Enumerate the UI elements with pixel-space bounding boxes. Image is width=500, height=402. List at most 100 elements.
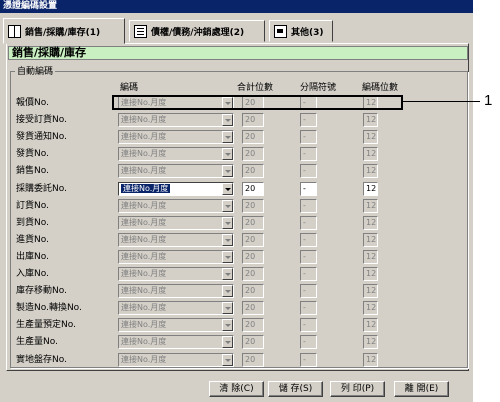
code-format-select[interactable]: 連接No.月度	[118, 353, 234, 367]
dropdown-arrow-icon[interactable]	[222, 319, 233, 331]
dropdown-arrow-icon[interactable]	[222, 354, 233, 366]
code-format-select[interactable]: 連接No.月度	[118, 335, 234, 349]
code-digits-field[interactable]: 12	[363, 199, 378, 213]
save-button[interactable]: 儲 存(S)	[268, 381, 323, 397]
code-format-select[interactable]: 連接No.月度	[118, 113, 234, 127]
tab-credit-debt[interactable]: 債權/債務/沖銷處理(2)	[129, 20, 265, 42]
total-digits-field[interactable]: 20	[242, 284, 264, 298]
code-digits-field[interactable]: 12	[363, 301, 378, 315]
row-label: 報價No.	[16, 98, 49, 108]
dropdown-arrow-icon[interactable]	[222, 114, 233, 126]
total-digits-field[interactable]: 20	[242, 130, 264, 144]
tab-sales-purchase-inventory[interactable]: 銷售/採購/庫存(1)	[3, 18, 125, 44]
row-label: 庫存移動No.	[16, 286, 67, 296]
separator-field[interactable]: -	[300, 284, 317, 298]
window-title: 憑證編碼設置	[0, 0, 473, 13]
separator-field[interactable]: -	[300, 353, 317, 367]
section-title: 銷售/採購/庫存	[8, 46, 468, 60]
dropdown-arrow-icon[interactable]	[222, 251, 233, 263]
code-format-value: 連接No.月度	[121, 132, 167, 141]
code-digits-field[interactable]: 12	[363, 182, 378, 196]
code-format-select[interactable]: 連接No.月度	[118, 147, 234, 161]
code-digits-field[interactable]: 12	[363, 267, 378, 281]
code-format-select[interactable]: 連接No.月度	[118, 318, 234, 332]
dropdown-arrow-icon[interactable]	[222, 285, 233, 297]
code-format-value: 連接No.月度	[121, 303, 167, 312]
total-digits-field[interactable]: 20	[242, 233, 264, 247]
code-digits-field[interactable]: 12	[363, 216, 378, 230]
separator-field[interactable]: -	[300, 147, 317, 161]
code-format-select[interactable]: 連接No.月度	[118, 199, 234, 213]
code-format-value: 連接No.月度	[121, 320, 167, 329]
print-button[interactable]: 列 印(P)	[330, 381, 385, 397]
close-button[interactable]: 離 開(E)	[394, 381, 449, 397]
dropdown-arrow-icon[interactable]	[222, 234, 233, 246]
code-format-select[interactable]: 連接No.月度	[118, 250, 234, 264]
total-digits-field[interactable]: 20	[242, 199, 264, 213]
total-digits-field[interactable]: 20	[242, 267, 264, 281]
dropdown-arrow-icon[interactable]	[222, 217, 233, 229]
separator-field[interactable]: -	[300, 335, 317, 349]
dropdown-arrow-icon[interactable]	[222, 165, 233, 177]
separator-field[interactable]: -	[300, 199, 317, 213]
dropdown-arrow-icon[interactable]	[222, 131, 233, 143]
code-format-select[interactable]: 連接No.月度	[118, 130, 234, 144]
separator-field[interactable]: -	[300, 250, 317, 264]
total-digits-field[interactable]: 20	[242, 301, 264, 315]
code-format-select[interactable]: 連接No.月度	[118, 233, 234, 247]
total-digits-field[interactable]: 20	[242, 250, 264, 264]
dropdown-arrow-icon[interactable]	[222, 183, 233, 195]
separator-field[interactable]: -	[300, 164, 317, 178]
total-digits-field[interactable]: 20	[242, 164, 264, 178]
code-format-select[interactable]: 連接No.月度	[118, 182, 234, 196]
tab-label: 債權/債務/沖銷處理(2)	[151, 27, 245, 38]
dropdown-arrow-icon[interactable]	[222, 148, 233, 160]
code-digits-field[interactable]: 12	[363, 164, 378, 178]
code-format-value: 連接No.月度	[121, 166, 167, 175]
separator-field[interactable]: -	[300, 182, 317, 196]
tab-other[interactable]: 其他(3)	[269, 20, 333, 42]
total-digits-field[interactable]: 20	[242, 182, 264, 196]
total-digits-field[interactable]: 20	[242, 113, 264, 127]
code-format-select[interactable]: 連接No.月度	[118, 216, 234, 230]
code-format-select[interactable]: 連接No.月度	[118, 284, 234, 298]
dropdown-arrow-icon[interactable]	[222, 336, 233, 348]
dropdown-arrow-icon[interactable]	[222, 268, 233, 280]
code-digits-field[interactable]: 12	[363, 353, 378, 367]
separator-field[interactable]: -	[300, 318, 317, 332]
row-label: 發貨No.	[16, 149, 49, 159]
separator-field[interactable]: -	[300, 267, 317, 281]
clear-button[interactable]: 清 除(C)	[209, 381, 264, 397]
code-format-value: 連接No.月度	[121, 201, 167, 210]
row-label: 製造No.轉換No.	[16, 303, 82, 313]
code-digits-field[interactable]: 12	[363, 250, 378, 264]
auto-encoding-group	[10, 71, 468, 368]
code-digits-field[interactable]: 12	[363, 130, 378, 144]
total-digits-field[interactable]: 20	[242, 147, 264, 161]
code-digits-field[interactable]: 12	[363, 113, 378, 127]
dropdown-arrow-icon[interactable]	[222, 302, 233, 314]
separator-field[interactable]: -	[300, 130, 317, 144]
code-digits-field[interactable]: 12	[363, 318, 378, 332]
code-digits-field[interactable]: 12	[363, 335, 378, 349]
total-digits-field[interactable]: 20	[242, 353, 264, 367]
code-digits-field[interactable]: 12	[363, 147, 378, 161]
total-digits-field[interactable]: 20	[242, 318, 264, 332]
separator-field[interactable]: -	[300, 301, 317, 315]
header-separator: 分隔符號	[300, 83, 337, 93]
code-format-select[interactable]: 連接No.月度	[118, 164, 234, 178]
code-digits-field[interactable]: 12	[363, 284, 378, 298]
total-digits-field[interactable]: 20	[242, 216, 264, 230]
row-label: 訂貨No.	[16, 201, 49, 211]
code-format-value: 連接No.月度	[121, 337, 167, 346]
separator-field[interactable]: -	[300, 233, 317, 247]
code-digits-field[interactable]: 12	[363, 233, 378, 247]
code-format-value: 連接No.月度	[121, 149, 167, 158]
dropdown-arrow-icon[interactable]	[222, 200, 233, 212]
total-digits-field[interactable]: 20	[242, 335, 264, 349]
code-format-select[interactable]: 連接No.月度	[118, 301, 234, 315]
separator-field[interactable]: -	[300, 216, 317, 230]
separator-field[interactable]: -	[300, 113, 317, 127]
book-icon	[8, 24, 21, 38]
code-format-select[interactable]: 連接No.月度	[118, 267, 234, 281]
